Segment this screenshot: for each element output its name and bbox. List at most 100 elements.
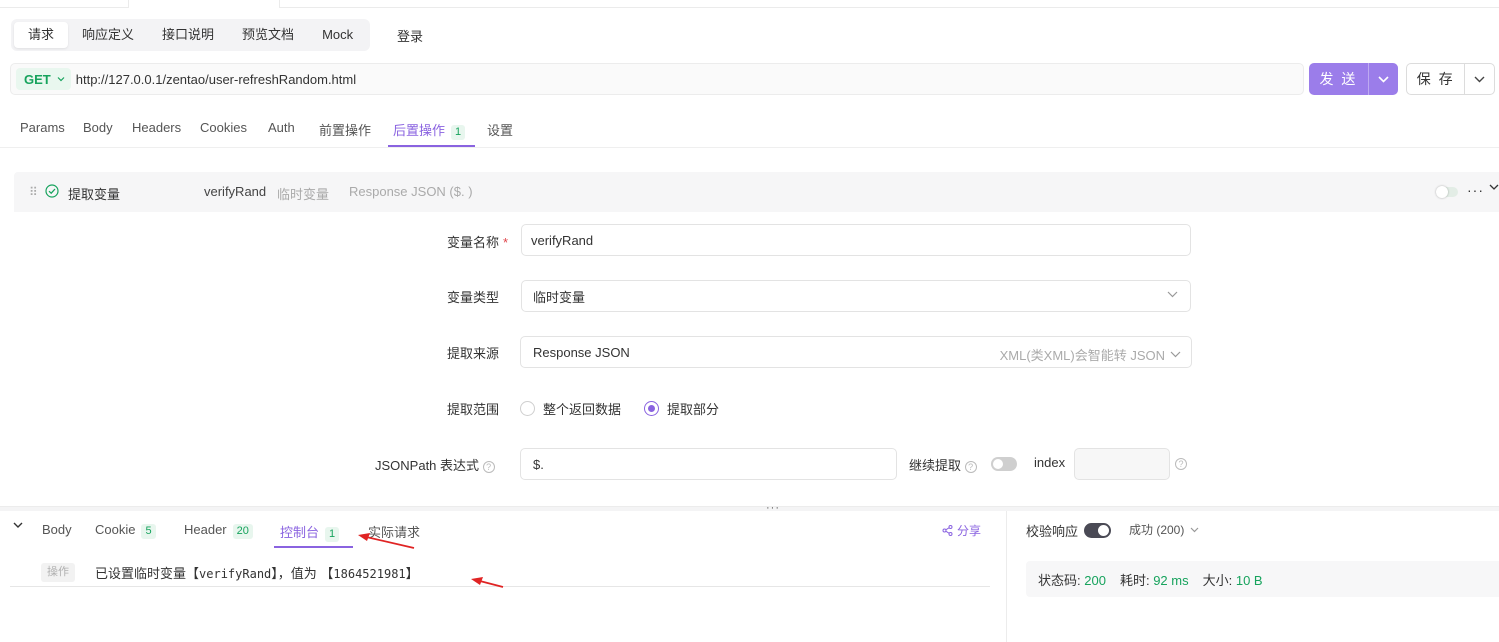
more-icon[interactable]: ··· <box>1467 182 1484 198</box>
continue-extract-text: 继续提取 <box>909 458 962 473</box>
source-label: 提取来源 <box>447 346 500 361</box>
status-code-value: 200 <box>1084 572 1106 588</box>
msg-value: 1864521981 <box>333 567 406 581</box>
scope-label: 提取范围 <box>447 402 500 417</box>
vertical-divider <box>1006 511 1007 642</box>
msg-prefix: 已设置临时变量【 <box>95 566 200 581</box>
save-button[interactable]: 保 存 <box>1406 63 1495 95</box>
response-tabs: Body Cookie 5 Header 20 控制台 1 实际请求 <box>0 511 1006 549</box>
status-option: 成功 (200) <box>1129 523 1185 537</box>
method-label: GET <box>24 71 51 87</box>
login-link[interactable]: 登录 <box>397 26 423 45</box>
response-stats: 状态码: 200 耗时: 92 ms 大小: 10 B <box>1026 561 1499 597</box>
chevron-down-icon <box>1474 76 1485 82</box>
var-type-select[interactable]: 临时变量 <box>521 280 1191 312</box>
chevron-down-icon[interactable] <box>1489 184 1499 191</box>
tab-post-operations-label: 后置操作 <box>393 123 446 138</box>
chevron-down-icon <box>1190 527 1199 532</box>
var-name-label: 变量名称 * <box>447 232 508 251</box>
method-select[interactable]: GET <box>16 68 71 90</box>
share-icon <box>942 525 953 536</box>
status-select[interactable]: 成功 (200) <box>1129 521 1199 538</box>
resp-tab-actual-request[interactable]: 实际请求 <box>368 522 420 541</box>
msg-suffix: 】 <box>405 566 419 581</box>
continue-extract-label: 继续提取 ? <box>909 455 977 474</box>
source-select[interactable]: Response JSON XML(类XML)会智能转 JSON <box>520 336 1192 368</box>
enable-toggle[interactable] <box>1436 186 1458 198</box>
source-hint: XML(类XML)会智能转 JSON <box>1000 345 1181 364</box>
resp-tab-header-label: Header <box>184 522 227 537</box>
jsonpath-label: JSONPath 表达式 ? <box>375 455 495 474</box>
count-badge: 5 <box>141 524 156 539</box>
post-op-extract-variable[interactable]: ⠿ 提取变量 verifyRand 临时变量 Response JSON ($.… <box>14 172 1499 212</box>
tab-auth[interactable]: Auth <box>268 120 295 135</box>
tab-headers[interactable]: Headers <box>132 120 181 135</box>
help-icon[interactable]: ? <box>964 460 977 473</box>
save-dropdown[interactable] <box>1464 64 1494 94</box>
active-tab-indicator <box>274 546 353 548</box>
mode-tab-api-description[interactable]: 接口说明 <box>148 22 228 48</box>
send-button[interactable]: 发 送 <box>1309 63 1398 95</box>
elapsed-time-value: 92 ms <box>1153 572 1189 588</box>
request-tabs: Params Body Headers Cookies Auth 前置操作 后置… <box>0 108 1499 148</box>
help-icon[interactable]: ? <box>482 460 495 473</box>
response-size-value: 10 B <box>1235 572 1263 588</box>
radio-checked <box>644 401 659 416</box>
check-circle-icon[interactable] <box>45 184 59 198</box>
resp-tab-cookie[interactable]: Cookie 5 <box>95 522 156 539</box>
response-size: 大小: 10 B <box>1203 570 1263 589</box>
index-label: index <box>1034 455 1066 470</box>
resp-tab-cookie-label: Cookie <box>95 522 136 537</box>
send-dropdown[interactable] <box>1368 63 1398 95</box>
drag-handle-icon[interactable]: ⠿ <box>29 185 38 199</box>
save-label: 保 存 <box>1416 71 1455 87</box>
console-log-row: 操作 已设置临时变量【verifyRand】，值为 【1864521981】 <box>10 557 990 587</box>
verify-switch[interactable] <box>1084 523 1112 538</box>
var-type-label: 变量类型 <box>447 290 500 305</box>
scope-option-part[interactable]: 提取部分 <box>644 399 719 418</box>
var-name-value: verifyRand <box>531 232 594 248</box>
index-input[interactable] <box>1074 448 1170 480</box>
count-badge: 20 <box>232 524 253 539</box>
mode-tab-preview-doc[interactable]: 预览文档 <box>228 22 308 48</box>
tab-pre-operations[interactable]: 前置操作 <box>319 120 371 139</box>
active-doc-tab[interactable] <box>128 0 280 8</box>
var-name-label-text: 变量名称 <box>447 235 500 250</box>
chevron-down-icon <box>1167 291 1178 298</box>
chevron-down-icon <box>1378 75 1389 83</box>
chevron-down-icon[interactable] <box>13 522 23 529</box>
tab-settings[interactable]: 设置 <box>487 120 513 139</box>
mode-tab-mock[interactable]: Mock <box>308 22 367 48</box>
scope-option-all[interactable]: 整个返回数据 <box>520 399 621 418</box>
jsonpath-label-text: JSONPath 表达式 <box>375 458 480 473</box>
send-label: 发 送 <box>1319 71 1358 87</box>
tab-body[interactable]: Body <box>83 120 113 135</box>
console-message: 已设置临时变量【verifyRand】，值为 【1864521981】 <box>95 563 419 582</box>
url-bar: GET <box>10 63 1304 95</box>
resp-tab-header[interactable]: Header 20 <box>184 522 253 539</box>
mode-tab-response-definition[interactable]: 响应定义 <box>68 22 148 48</box>
continue-extract-switch[interactable] <box>991 457 1017 471</box>
resp-tab-console[interactable]: 控制台 1 <box>280 522 340 542</box>
mode-tab-request[interactable]: 请求 <box>14 22 69 48</box>
help-icon[interactable]: ? <box>1175 458 1187 470</box>
tab-params[interactable]: Params <box>20 120 65 135</box>
url-input[interactable] <box>75 71 1226 87</box>
scope-option-part-label: 提取部分 <box>667 402 720 417</box>
resp-tab-body[interactable]: Body <box>42 522 72 537</box>
count-badge: 1 <box>325 527 340 542</box>
resp-tab-console-label: 控制台 <box>280 525 320 540</box>
jsonpath-input[interactable]: $. <box>520 448 897 480</box>
post-op-var-type: 临时变量 <box>277 187 330 202</box>
tab-post-operations[interactable]: 后置操作 1 <box>393 120 466 140</box>
jsonpath-value: $. <box>533 456 544 472</box>
post-op-var-name: verifyRand <box>204 184 267 199</box>
source-hint-text: XML(类XML)会智能转 JSON <box>999 348 1165 363</box>
tab-cookies[interactable]: Cookies <box>200 120 247 135</box>
verify-label: 校验响应 <box>1026 524 1079 539</box>
status-code: 状态码: 200 <box>1038 570 1106 589</box>
op-tag: 操作 <box>41 563 75 582</box>
share-button[interactable]: 分享 <box>942 522 981 539</box>
var-name-input[interactable]: verifyRand <box>521 224 1191 256</box>
var-type-value: 临时变量 <box>533 289 586 305</box>
